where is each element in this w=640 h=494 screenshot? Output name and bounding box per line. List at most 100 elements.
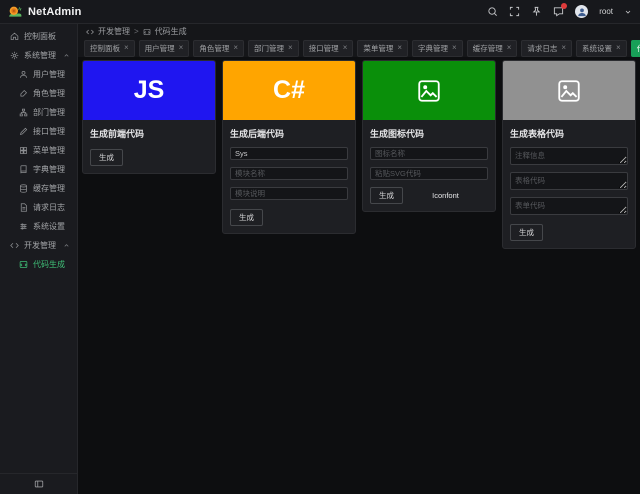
generate-backend-button[interactable]: 生成 <box>230 209 263 226</box>
tab-department-management[interactable]: 部门管理 × <box>248 39 299 57</box>
top-header: NetAdmin root <box>0 0 640 24</box>
logo[interactable]: NetAdmin <box>8 5 82 19</box>
tab-label: 接口管理 <box>308 43 339 53</box>
code-icon <box>10 242 19 249</box>
tab-close-icon[interactable]: × <box>124 44 129 52</box>
tab-close-icon[interactable]: × <box>179 44 184 52</box>
pin-icon[interactable] <box>531 6 542 17</box>
chevron-down-icon[interactable] <box>624 8 632 16</box>
tab-cache-management[interactable]: 缓存管理 × <box>466 39 518 57</box>
comment-info-textarea[interactable] <box>510 147 628 165</box>
collapse-sidebar-icon[interactable] <box>34 479 44 489</box>
sidebar-item-user-management[interactable]: 用户管理 <box>0 65 77 84</box>
sidebar-item-label: 用户管理 <box>33 70 65 79</box>
search-icon[interactable] <box>487 6 498 17</box>
username[interactable]: root <box>599 7 613 16</box>
sidebar: 控制面板 系统管理 用户管理 角色管理 部门管理 接口管理 菜单管理 字典管理 … <box>0 24 78 494</box>
codegen-icon <box>143 28 151 35</box>
gear-icon <box>10 51 19 60</box>
notifications-button[interactable] <box>553 3 568 17</box>
sidebar-footer <box>0 473 77 494</box>
sidebar-item-api-management[interactable]: 接口管理 <box>0 122 77 141</box>
tab-dictionary-management[interactable]: 字典管理 × <box>412 39 463 57</box>
card-generate-icon: 生成图标代码 生成 Iconfont <box>362 60 496 212</box>
generate-frontend-button[interactable]: 生成 <box>90 149 123 166</box>
card-title: 生成图标代码 <box>370 129 425 139</box>
main-area: 开发管理 > 代码生成 控制面板 × 用户管理 × 角色管理 × 部门管理 × 接口管理… <box>78 24 640 494</box>
tab-close-icon[interactable]: × <box>507 44 512 52</box>
department-icon <box>19 108 28 117</box>
tab-role-management[interactable]: 角色管理 × <box>193 39 245 57</box>
chevron-up-icon <box>64 244 69 247</box>
tab-close-icon[interactable]: × <box>616 44 621 52</box>
tab-menu-management[interactable]: 菜单管理 × <box>357 39 409 57</box>
sidebar-item-request-logs[interactable]: 请求日志 <box>0 198 77 217</box>
sidebar-item-role-management[interactable]: 角色管理 <box>0 84 77 103</box>
svg-code-input[interactable] <box>370 167 488 180</box>
sidebar-item-system-settings[interactable]: 系统设置 <box>0 217 77 236</box>
card-title: 生成表格代码 <box>510 129 565 139</box>
generate-table-button[interactable]: 生成 <box>510 224 543 241</box>
app-title: NetAdmin <box>28 5 82 18</box>
sidebar-item-system-management[interactable]: 系统管理 <box>0 46 77 65</box>
csharp-logo-text: C# <box>273 76 305 104</box>
tab-close-icon[interactable]: × <box>452 44 457 52</box>
sidebar-item-menu-management[interactable]: 菜单管理 <box>0 141 77 160</box>
tab-close-icon[interactable]: × <box>233 44 238 52</box>
generate-icon-button[interactable]: 生成 <box>370 187 403 204</box>
avatar[interactable] <box>575 5 589 18</box>
js-logo-text: JS <box>133 76 165 104</box>
sidebar-item-cache-management[interactable]: 缓存管理 <box>0 179 77 198</box>
dashboard-icon <box>10 32 19 40</box>
tab-close-icon[interactable]: × <box>561 44 566 52</box>
icon-name-input[interactable] <box>370 147 488 160</box>
fullscreen-icon[interactable] <box>509 6 520 17</box>
card-generate-table: 生成表格代码 生成 <box>502 60 636 249</box>
tab-api-management[interactable]: 接口管理 × <box>302 39 354 57</box>
tab-system-settings[interactable]: 系统设置 × <box>576 39 627 57</box>
header-actions: root <box>487 3 632 18</box>
tab-dashboard[interactable]: 控制面板 × <box>84 39 135 57</box>
card-title: 生成前端代码 <box>90 129 145 139</box>
card-generate-backend: C# 生成后端代码 生成 <box>222 60 356 234</box>
sidebar-item-label: 缓存管理 <box>33 184 65 193</box>
tab-label: 请求日志 <box>527 43 558 53</box>
tab-request-logs[interactable]: 请求日志 × <box>521 39 573 57</box>
sidebar-item-dictionary-management[interactable]: 字典管理 <box>0 160 77 179</box>
tab-label: 系统设置 <box>582 43 613 53</box>
tab-label: 菜单管理 <box>363 43 394 53</box>
module-prefix-input[interactable] <box>230 147 348 160</box>
tab-close-icon[interactable]: × <box>343 44 348 52</box>
sidebar-item-label: 请求日志 <box>33 203 65 212</box>
module-description-input[interactable] <box>230 187 348 200</box>
breadcrumb-item[interactable]: 开发管理 <box>98 26 130 37</box>
sidebar-item-label: 控制面板 <box>24 32 56 41</box>
sidebar-item-dashboard[interactable]: 控制面板 <box>0 27 77 46</box>
breadcrumb: 开发管理 > 代码生成 <box>78 24 640 39</box>
iconfont-link[interactable]: Iconfont <box>403 191 488 200</box>
code-icon <box>86 29 94 34</box>
card-generate-frontend: JS 生成前端代码 生成 <box>82 60 216 174</box>
breadcrumb-item[interactable]: 代码生成 <box>155 26 187 37</box>
sidebar-item-code-generation[interactable]: 代码生成 <box>0 255 77 274</box>
menu-icon <box>20 147 27 154</box>
image-icon <box>418 79 440 102</box>
tab-code-generation[interactable]: 代码生成× <box>630 39 640 57</box>
sidebar-item-department-management[interactable]: 部门管理 <box>0 103 77 122</box>
sidebar-item-label: 角色管理 <box>33 89 65 98</box>
card-title: 生成后端代码 <box>230 129 285 139</box>
sidebar-item-dev-management[interactable]: 开发管理 <box>0 236 77 255</box>
tab-close-icon[interactable]: × <box>397 44 402 52</box>
api-icon <box>19 127 28 136</box>
content: JS 生成前端代码 生成 C# 生成后端代码 Sys 模块名称 模块说明 生成 … <box>78 57 640 494</box>
role-icon <box>20 89 28 97</box>
module-name-input[interactable] <box>230 167 348 180</box>
tab-close-icon[interactable]: × <box>288 44 293 52</box>
sidebar-item-label: 系统设置 <box>33 222 65 231</box>
backend-card-banner: C# <box>223 61 355 120</box>
form-code-textarea[interactable] <box>510 197 628 215</box>
snail-logo-icon <box>9 6 22 17</box>
sidebar-item-label: 接口管理 <box>33 127 65 136</box>
tab-user-management[interactable]: 用户管理 × <box>138 39 190 57</box>
table-code-textarea[interactable] <box>510 172 628 190</box>
